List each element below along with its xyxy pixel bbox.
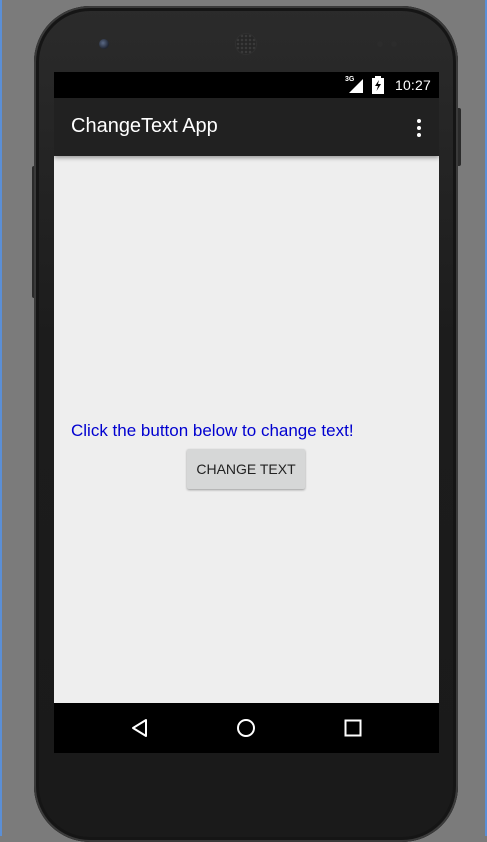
proximity-sensor (377, 41, 383, 47)
home-icon[interactable] (235, 717, 257, 739)
battery-charging-icon (371, 76, 385, 94)
front-camera (99, 39, 109, 49)
back-icon[interactable] (129, 717, 151, 739)
main-content: Click the button below to change text! C… (54, 156, 439, 703)
cell-signal-icon: 3G (345, 75, 365, 95)
navigation-bar (54, 703, 439, 753)
instruction-text: Click the button below to change text! (71, 421, 354, 440)
signal-bars-icon (348, 79, 363, 93)
more-vert-icon[interactable] (413, 117, 425, 139)
status-time: 10:27 (394, 77, 431, 93)
change-text-button[interactable]: CHANGE TEXT (187, 449, 305, 489)
app-title: ChangeText App (71, 115, 218, 137)
app-bar: ChangeText App (54, 98, 439, 156)
status-bar: 3G 10:27 (54, 72, 439, 98)
device-screen: 3G 10:27 ChangeText App Click the button… (54, 72, 439, 753)
light-sensor (391, 41, 397, 47)
window-edge-left (0, 0, 2, 836)
earpiece-speaker (236, 34, 256, 54)
recents-icon[interactable] (342, 717, 364, 739)
